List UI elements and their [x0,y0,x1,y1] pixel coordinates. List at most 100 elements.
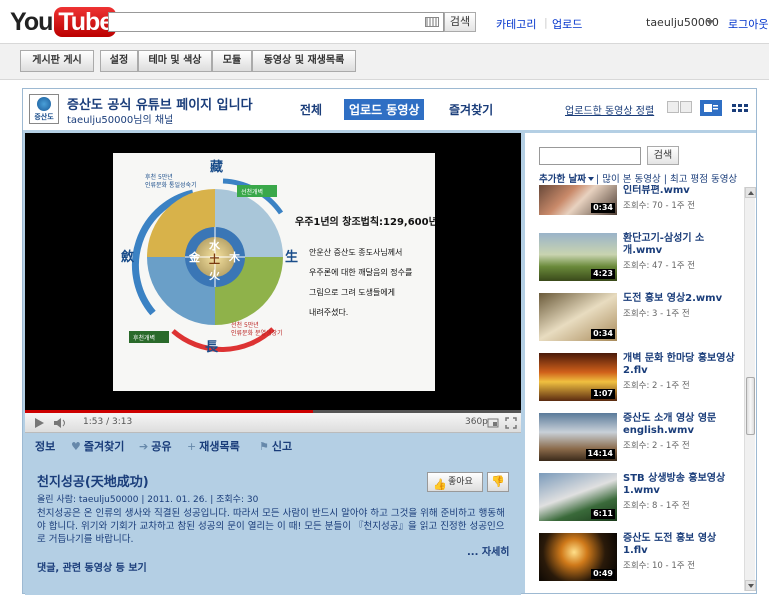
duration-badge: 6:11 [591,509,615,519]
list-item[interactable]: 0:34 도전 홍보 영상2.wmv 조회수: 3 - 1주 전 [539,293,739,345]
tag-bottom: 후천개벽 [133,334,155,342]
sort-date-active[interactable]: 추가한 날짜 [539,174,586,185]
note-top: 후천 5만년 인류문화 통일성숙기 [145,173,197,189]
channel-avatar[interactable]: 증산도 [29,94,59,124]
video-player[interactable]: 水 金 土 木 火 藏 斂 生 長 선천개벽 후천개벽 후천 5만년 인류문화 통… [25,133,521,431]
arrow-icon: ➔ [139,440,149,453]
video-actions: 정보 ♥ 즐겨찾기 ➔ 공유 + 재생목록 ⚑ 신고 [25,433,521,457]
plus-icon: + [187,440,197,453]
slide-line-3: 그림으로 그려 도생들에게 [309,287,395,297]
info-tab[interactable]: 정보 [35,438,55,454]
quality-selector[interactable]: 360p [465,417,488,427]
element-water: 水 [209,238,221,252]
volume-icon[interactable] [53,417,67,429]
search-input[interactable] [108,12,444,32]
video-frame: 水 金 土 木 火 藏 斂 生 長 선천개벽 후천개벽 후천 5만년 인류문화 통… [113,153,435,391]
tab-uploads[interactable]: 업로드 동영상 [344,99,425,120]
char-left: 斂 [121,249,135,265]
video-thumbnail[interactable]: 0:34 [539,293,617,341]
element-metal: 金 [188,250,201,264]
play-icon[interactable] [33,417,45,429]
player-view-icon[interactable] [700,100,722,116]
scroll-down-icon[interactable] [745,580,756,591]
list-item[interactable]: 1:07 개벽 문화 한마당 홍보영상2.flv 조회수: 2 - 1주 전 [539,353,739,405]
fullscreen-icon[interactable] [505,417,517,429]
video-thumbnail[interactable]: 4:23 [539,233,617,281]
next-arrow-button[interactable] [680,101,692,113]
tag-top: 선천개벽 [241,188,263,196]
heart-icon: ♥ [71,440,81,453]
popout-icon[interactable] [487,417,499,429]
slide-heading: 우주1년의 창조법칙:129,600년 [295,215,435,228]
video-item-title[interactable]: 개벽 문화 한마당 홍보영상2.flv [623,353,739,377]
chevron-down-icon[interactable] [588,177,595,181]
channel-subtitle[interactable]: taeulju50000님의 채널 [67,111,173,126]
logout-link[interactable]: 로그아웃 [728,16,768,32]
channel-frame: 증산도 증산도 공식 유튜브 페이지 입니다 taeulju50000님의 채널… [22,88,757,595]
playlist-action[interactable]: + 재생목록 [187,438,240,454]
video-item-meta: 조회수: 3 - 1주 전 [623,309,690,319]
video-item-title[interactable]: 증산도 도전 홍보 영상1.flv [623,533,739,557]
video-item-title[interactable]: 도전 홍보 영상2.wmv [623,293,739,305]
theme-color-button[interactable]: 테마 및 색상 [138,50,212,72]
divider: | [544,16,548,29]
video-item-meta: 조회수: 2 - 1주 전 [623,441,690,451]
grid-view-icon[interactable] [729,100,751,116]
video-thumbnail[interactable]: 6:11 [539,473,617,521]
more-link[interactable]: ... 자세히 [467,543,509,558]
video-thumbnail[interactable]: 0:34 [539,185,617,215]
upload-link[interactable]: 업로드 [552,16,582,32]
report-action[interactable]: ⚑ 신고 [259,438,292,454]
share-action[interactable]: ➔ 공유 [139,438,171,454]
video-item-title[interactable]: STB 상생방송 홍보영상1.wmv [623,473,739,497]
video-item-title[interactable]: 증산도 소개 영상 영문 english.wmv [623,413,739,437]
list-item[interactable]: 14:14 증산도 소개 영상 영문 english.wmv 조회수: 2 - … [539,413,739,465]
videos-playlists-button[interactable]: 동영상 및 재생목록 [252,50,356,72]
scroll-up-icon[interactable] [745,187,756,198]
char-bottom: 長 [205,340,219,355]
element-wood: 木 [228,250,241,264]
video-info: 천지성공(天地成功) 올린 사람: taeulju50000 | 2011. 0… [25,457,521,595]
channel-search-button[interactable]: 검색 [647,146,679,165]
modules-button[interactable]: 모듈 [212,50,252,72]
settings-button[interactable]: 설정 [100,50,138,72]
chevron-down-icon[interactable] [706,20,714,25]
scroll-thumb[interactable] [746,377,755,435]
video-item-meta: 조회수: 10 - 1주 전 [623,561,696,571]
video-item-title[interactable]: 인터뷰편.wmv [623,185,739,197]
video-thumbnail[interactable]: 0:49 [539,533,617,581]
prev-arrow-button[interactable] [667,101,679,113]
list-item[interactable]: 0:34 인터뷰편.wmv 조회수: 70 - 1주 전 [539,185,739,219]
video-item-title[interactable]: 환단고기-삼성기 소개.wmv [623,233,739,257]
like-button[interactable]: 👍 좋아요 [427,472,483,492]
search-button[interactable]: 검색 [444,12,476,32]
youtube-logo[interactable]: You Tube [10,6,117,38]
list-item[interactable]: 0:49 증산도 도전 홍보 영상1.flv 조회수: 10 - 1주 전 [539,533,739,585]
tab-all[interactable]: 전체 [295,99,327,120]
sidebar-scrollbar[interactable] [744,187,756,591]
video-item-meta: 조회수: 70 - 1주 전 [623,201,696,211]
comments-link[interactable]: 댓글, 관련 동영상 등 보기 [37,559,147,574]
post-bulletin-button[interactable]: 게시판 게시 [20,50,94,72]
slide-line-1: 안운산 증산도 종도사님께서 [309,247,402,257]
upload-sidebar: 검색 추가한 날짜 | 많이 본 동영상 | 최고 평점 동영상 0:34 인터뷰… [525,133,756,593]
duration-badge: 0:34 [591,329,615,339]
keyboard-icon[interactable] [425,17,439,27]
sort-row: 추가한 날짜 | 많이 본 동영상 | 최고 평점 동영상 [539,171,737,185]
flag-icon: ⚑ [259,440,269,453]
thumbs-down-icon: 👎 [491,475,505,488]
sort-other-options[interactable]: | 많이 본 동영상 | 최고 평점 동영상 [596,174,737,185]
channel-edit-bar: 게시판 게시 설정 테마 및 색상 모듈 동영상 및 재생목록 [0,44,769,80]
char-top: 藏 [210,159,223,175]
video-thumbnail[interactable]: 1:07 [539,353,617,401]
video-thumbnail[interactable]: 14:14 [539,413,617,461]
list-item[interactable]: 4:23 환단고기-삼성기 소개.wmv 조회수: 47 - 1주 전 [539,233,739,285]
dislike-button[interactable]: 👎 [487,472,509,492]
channel-search-input[interactable] [539,147,641,165]
favorite-action[interactable]: ♥ 즐겨찾기 [71,438,124,454]
duration-badge: 1:07 [591,389,615,399]
tab-favorites[interactable]: 즐겨찾기 [444,99,498,120]
sort-uploads-link[interactable]: 업로드한 동영상 정렬 [565,102,654,117]
list-item[interactable]: 6:11 STB 상생방송 홍보영상1.wmv 조회수: 8 - 1주 전 [539,473,739,525]
category-link[interactable]: 카테고리 [496,16,536,32]
